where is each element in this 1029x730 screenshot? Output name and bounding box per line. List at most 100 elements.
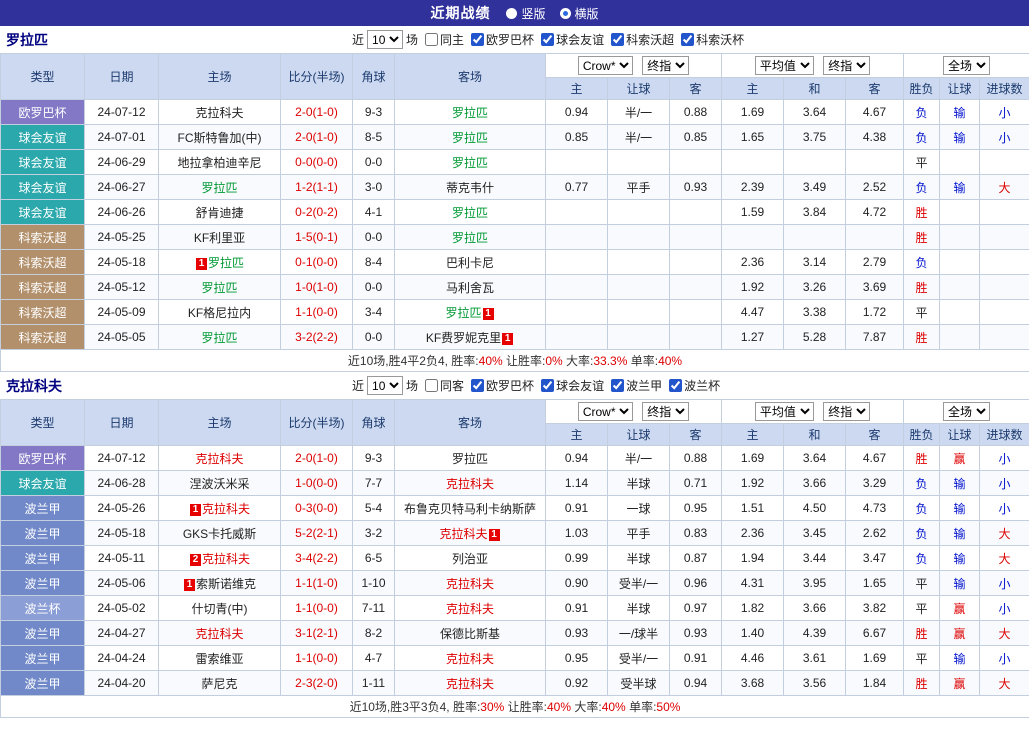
league-filter-checkbox[interactable] [541,379,554,392]
cell-home-team: 克拉科夫 [159,621,281,646]
sub-header-goals: 进球数 [980,78,1029,100]
cell-crow-away: 0.88 [670,446,722,471]
league-filter-checkbox[interactable] [471,33,484,46]
cell-avg-away: 3.82 [846,596,904,621]
cell-home-team: GKS卡托威斯 [159,521,281,546]
match-count-select[interactable]: 10 [367,376,403,395]
cell-avg-away: 2.79 [846,250,904,275]
team-link[interactable]: 罗拉匹 [208,256,244,270]
cell-avg-draw: 4.50 [784,496,846,521]
team-link[interactable]: 克拉科夫 [202,502,250,516]
cell-avg-draw: 3.49 [784,175,846,200]
team-link[interactable]: 罗拉匹 [201,331,237,345]
cell-avg-away: 3.47 [846,546,904,571]
team-link[interactable]: 克拉科夫 [446,652,494,666]
league-filter[interactable]: 欧罗巴杯 [464,377,534,394]
match-row: 波兰甲24-04-20萨尼克2-3(2-0)1-11克拉科夫0.92受半球0.9… [1,671,1029,696]
cell-handicap-result: 赢 [940,671,980,696]
cell-corners: 9-3 [353,100,395,125]
league-filter[interactable]: 波兰甲 [604,377,662,394]
cell-away-team: 布鲁克贝特马利卡纳斯萨 [395,496,546,521]
matches-label: 场 [406,31,418,48]
league-filter-checkbox[interactable] [471,379,484,392]
cell-home-team: 地拉拿柏迪辛尼 [159,150,281,175]
team-link[interactable]: 罗拉匹 [452,106,488,120]
team-link: 萨尼克 [201,677,237,691]
avg-final-select[interactable]: 终指 [823,402,870,421]
league-filter-checkbox[interactable] [669,379,682,392]
league-filter[interactable]: 科索沃杯 [674,31,744,48]
cell-goals-result: 大 [980,621,1029,646]
sub-header-home-euro: 主 [722,78,784,100]
avg-odds-select[interactable]: 平均值 [755,402,814,421]
match-count-select[interactable]: 10 [367,30,403,49]
league-filter[interactable]: 波兰杯 [662,377,720,394]
team-link[interactable]: 克拉科夫 [439,527,487,541]
final-odds-select[interactable]: 终指 [642,56,689,75]
cell-home-team: 克拉科夫 [159,446,281,471]
team-link[interactable]: 克拉科夫 [446,577,494,591]
cell-score: 0-2(0-2) [281,200,353,225]
same-away-filter[interactable]: 同客 [418,377,464,394]
cell-league-type: 波兰甲 [1,496,85,521]
layout-vertical-radio[interactable]: 竖版 [506,5,545,22]
team-link[interactable]: 克拉科夫 [446,477,494,491]
team-link[interactable]: 罗拉匹 [201,181,237,195]
cell-crow-handicap: 半球 [608,546,670,571]
team-link[interactable]: 罗拉匹 [452,131,488,145]
radio-icon[interactable] [506,8,517,19]
same-home-filter[interactable]: 同主 [418,31,464,48]
avg-odds-select[interactable]: 平均值 [755,56,814,75]
cell-date: 24-04-24 [85,646,159,671]
same-away-checkbox[interactable] [425,379,438,392]
league-filter-checkbox[interactable] [541,33,554,46]
league-filter[interactable]: 球会友谊 [534,377,604,394]
league-filter-checkbox[interactable] [681,33,694,46]
league-filter[interactable]: 欧罗巴杯 [464,31,534,48]
team-link[interactable]: 克拉科夫 [195,452,243,466]
league-filter-checkbox[interactable] [611,33,624,46]
cell-avg-draw: 3.75 [784,125,846,150]
odds-source-select[interactable]: Crow* [578,56,633,75]
col-header-score: 比分(半场) [281,54,353,100]
cell-avg-home: 1.82 [722,596,784,621]
fullmatch-select[interactable]: 全场 [943,56,990,75]
league-filter-checkbox[interactable] [611,379,624,392]
red-card-badge: 1 [489,529,500,541]
layout-horizontal-radio[interactable]: 横版 [560,5,599,22]
team-link[interactable]: 克拉科夫 [202,552,250,566]
cell-score: 1-1(1-0) [281,571,353,596]
fullmatch-select[interactable]: 全场 [943,402,990,421]
cell-away-team: 罗拉匹1 [395,300,546,325]
near-label: 近 [352,377,364,394]
league-filter[interactable]: 科索沃超 [604,31,674,48]
radio-selected-icon[interactable] [560,8,571,19]
league-filter[interactable]: 球会友谊 [534,31,604,48]
cell-corners: 8-2 [353,621,395,646]
final-odds-select[interactable]: 终指 [642,402,689,421]
sub-header-away-euro: 客 [846,78,904,100]
cell-avg-away: 3.69 [846,275,904,300]
summary-text: 单率: [626,700,657,714]
cell-avg-draw: 3.56 [784,671,846,696]
cell-avg-home: 2.39 [722,175,784,200]
team-link[interactable]: 克拉科夫 [446,677,494,691]
cell-result: 胜 [904,225,940,250]
team-link: 列治亚 [452,552,488,566]
team-link[interactable]: 罗拉匹 [452,206,488,220]
team-link[interactable]: 罗拉匹 [445,306,481,320]
cell-crow-handicap: 受半/一 [608,646,670,671]
team-link[interactable]: 罗拉匹 [452,156,488,170]
cell-crow-home: 0.95 [546,646,608,671]
odds-source-select[interactable]: Crow* [578,402,633,421]
cell-home-team: KF格尼拉内 [159,300,281,325]
team-link[interactable]: 克拉科夫 [446,602,494,616]
team-link[interactable]: 克拉科夫 [195,627,243,641]
cell-league-type: 欧罗巴杯 [1,446,85,471]
avg-final-select[interactable]: 终指 [823,56,870,75]
sub-header-home-odds: 主 [546,78,608,100]
same-home-checkbox[interactable] [425,33,438,46]
team-link[interactable]: 罗拉匹 [452,231,488,245]
team-link[interactable]: 罗拉匹 [201,281,237,295]
asian-odds-group: Crow* 终指 [546,54,722,78]
